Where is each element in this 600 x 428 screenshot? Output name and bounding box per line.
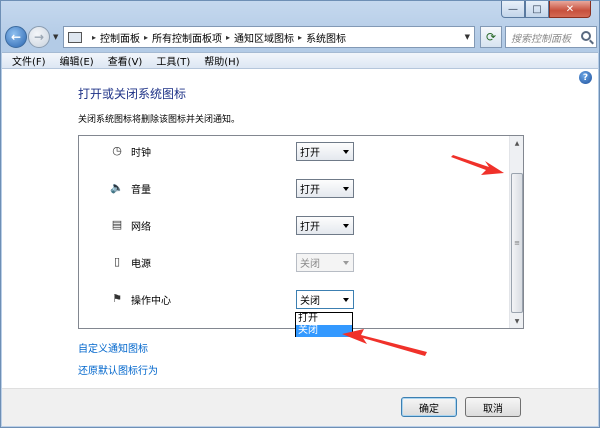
power-icon: ▯ xyxy=(113,254,121,268)
address-history-dropdown-icon[interactable]: ▼ xyxy=(465,33,470,41)
cancel-button[interactable]: 取消 xyxy=(465,397,521,417)
maximize-button[interactable]: □ xyxy=(525,1,549,18)
scroll-up-icon[interactable]: ▲ xyxy=(511,137,523,149)
chevron-right-icon[interactable]: ▸ xyxy=(298,33,302,42)
action-center-dropdown-list: 打开 关闭 xyxy=(295,312,353,337)
list-item-network: ▤ 网络 打开 xyxy=(79,213,509,237)
back-button[interactable]: ← xyxy=(5,26,27,48)
clock-icon: ◷ xyxy=(112,143,122,157)
ok-button[interactable]: 确定 xyxy=(401,397,457,417)
customize-notification-icons-link[interactable]: 自定义通知图标 xyxy=(78,340,148,355)
row-label: 电源 xyxy=(131,259,151,270)
dropdown-option-on[interactable]: 打开 xyxy=(296,313,352,325)
page-description: 关闭系统图标将删除该图标并关闭通知。 xyxy=(78,115,241,125)
dropdown-arrow-icon xyxy=(343,187,349,191)
dropdown-arrow-icon xyxy=(343,261,349,265)
menu-bar: 文件(F) 编辑(E) 查看(V) 工具(T) 帮助(H) xyxy=(2,52,598,69)
search-input[interactable]: 搜索控制面板 xyxy=(505,26,597,48)
menu-file[interactable]: 文件(F) xyxy=(12,53,46,68)
network-behavior-select[interactable]: 打开 xyxy=(296,216,354,235)
chevron-right-icon[interactable]: ▸ xyxy=(226,33,230,42)
scrollbar-thumb[interactable]: ≡ xyxy=(511,173,523,313)
menu-help[interactable]: 帮助(H) xyxy=(204,53,239,68)
help-icon[interactable]: ? xyxy=(579,71,592,84)
list-item-action-center: ⚑ 操作中心 关闭 xyxy=(79,287,509,311)
select-value: 打开 xyxy=(300,185,320,196)
row-label: 音量 xyxy=(131,185,151,196)
row-label: 时钟 xyxy=(131,148,151,159)
search-placeholder: 搜索控制面板 xyxy=(511,33,571,45)
minimize-button[interactable]: — xyxy=(501,1,525,18)
row-label: 网络 xyxy=(131,222,151,233)
vertical-scrollbar[interactable]: ▲ ≡ ▼ xyxy=(509,136,523,328)
action-center-behavior-select[interactable]: 关闭 xyxy=(296,290,354,309)
list-item-clock: ◷ 时钟 打开 xyxy=(79,139,509,163)
dropdown-arrow-icon xyxy=(343,298,349,302)
refresh-button[interactable]: ⟳ xyxy=(480,26,502,48)
breadcrumb-item-system-icons[interactable]: 系统图标 xyxy=(306,30,346,45)
chevron-right-icon[interactable]: ▸ xyxy=(92,33,96,42)
search-icon[interactable] xyxy=(581,31,591,41)
forward-button[interactable]: → xyxy=(28,26,50,48)
page-title: 打开或关闭系统图标 xyxy=(78,87,187,101)
control-panel-icon xyxy=(68,31,82,43)
restore-default-icon-behaviors-link[interactable]: 还原默认图标行为 xyxy=(78,362,158,377)
recent-pages-dropdown-icon[interactable]: ▼ xyxy=(53,33,58,41)
caption-buttons: — □ ✕ xyxy=(501,1,591,18)
breadcrumb: ▸ 控制面板 ▸ 所有控制面板项 ▸ 通知区域图标 ▸ 系统图标 xyxy=(88,30,346,45)
breadcrumb-item-control-panel[interactable]: 控制面板 xyxy=(100,30,140,45)
menu-tools[interactable]: 工具(T) xyxy=(156,53,190,68)
clock-behavior-select[interactable]: 打开 xyxy=(296,142,354,161)
navigation-bar: ← → ▼ ▸ 控制面板 ▸ 所有控制面板项 ▸ 通知区域图标 ▸ 系统图标 ▼… xyxy=(5,23,597,51)
network-icon: ▤ xyxy=(111,217,123,231)
scroll-down-icon[interactable]: ▼ xyxy=(511,315,523,327)
select-value: 打开 xyxy=(300,222,320,233)
list-item-volume: 🔈 音量 打开 xyxy=(79,176,509,200)
row-label: 操作中心 xyxy=(131,296,171,307)
chevron-right-icon[interactable]: ▸ xyxy=(144,33,148,42)
speaker-icon: 🔈 xyxy=(110,180,124,194)
menu-edit[interactable]: 编辑(E) xyxy=(60,53,94,68)
power-behavior-select: 关闭 xyxy=(296,253,354,272)
select-value: 打开 xyxy=(300,148,320,159)
dropdown-option-off[interactable]: 关闭 xyxy=(296,325,352,337)
breadcrumb-item-all-items[interactable]: 所有控制面板项 xyxy=(152,30,222,45)
system-icons-list: ◷ 时钟 打开 🔈 音量 打开 ▤ 网络 打开 ▯ 电源 关闭 ⚑ 操作中心 关… xyxy=(78,135,524,329)
address-bar[interactable]: ▸ 控制面板 ▸ 所有控制面板项 ▸ 通知区域图标 ▸ 系统图标 ▼ xyxy=(63,26,475,48)
close-button[interactable]: ✕ xyxy=(549,1,591,18)
breadcrumb-item-notification-area[interactable]: 通知区域图标 xyxy=(234,30,294,45)
list-item-power: ▯ 电源 关闭 xyxy=(79,250,509,274)
select-value: 关闭 xyxy=(300,296,320,307)
volume-behavior-select[interactable]: 打开 xyxy=(296,179,354,198)
content-pane: ? 打开或关闭系统图标 关闭系统图标将删除该图标并关闭通知。 ◷ 时钟 打开 🔈… xyxy=(2,69,598,426)
dropdown-arrow-icon xyxy=(343,150,349,154)
menu-view[interactable]: 查看(V) xyxy=(108,53,143,68)
dropdown-arrow-icon xyxy=(343,224,349,228)
flag-icon: ⚑ xyxy=(112,291,122,305)
control-panel-window: — □ ✕ ← → ▼ ▸ 控制面板 ▸ 所有控制面板项 ▸ 通知区域图标 ▸ … xyxy=(0,0,600,428)
dialog-footer: 确定 取消 xyxy=(2,388,598,426)
select-value: 关闭 xyxy=(300,259,320,270)
